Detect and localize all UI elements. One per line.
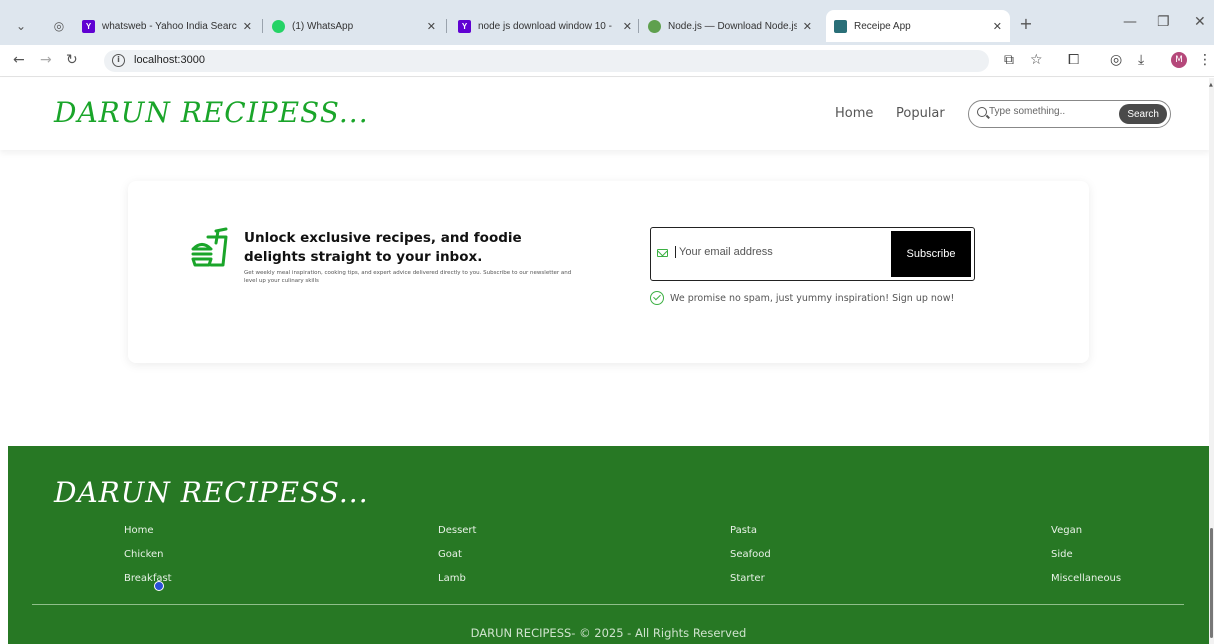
tab-group-icon[interactable]: ◎ bbox=[50, 17, 68, 35]
tab-title: whatsweb - Yahoo India Search bbox=[102, 20, 237, 32]
extensions-icon[interactable]: ⧠ bbox=[1068, 52, 1079, 68]
scrollbar-thumb[interactable] bbox=[1210, 528, 1213, 638]
page-scrollbar[interactable]: ▲ bbox=[1209, 78, 1214, 644]
footer-link-starter[interactable]: Starter bbox=[730, 573, 771, 597]
bookmark-star-icon[interactable]: ☆ bbox=[1030, 52, 1043, 68]
subscribe-button[interactable]: Subscribe bbox=[891, 231, 971, 277]
mouse-cursor-icon bbox=[154, 581, 164, 591]
search-icon bbox=[977, 107, 987, 117]
footer-link-home[interactable]: Home bbox=[124, 525, 172, 549]
search-form: Search bbox=[968, 100, 1171, 128]
footer-logo[interactable]: DARUN RECIPESS... bbox=[54, 476, 369, 509]
mail-icon bbox=[657, 249, 668, 257]
reload-icon[interactable]: ↻ bbox=[66, 52, 78, 68]
menu-kebab-icon[interactable]: ⋮ bbox=[1198, 52, 1212, 68]
newsletter-card: Unlock exclusive recipes, and foodie del… bbox=[128, 181, 1089, 363]
yahoo-icon: Y bbox=[458, 19, 471, 33]
scroll-up-icon[interactable]: ▲ bbox=[1209, 82, 1214, 88]
no-spam-text: We promise no spam, just yummy inspirati… bbox=[670, 292, 955, 304]
sync-icon[interactable]: ◎ bbox=[1110, 52, 1122, 68]
search-input[interactable] bbox=[989, 106, 1109, 117]
footer-link-dessert[interactable]: Dessert bbox=[438, 525, 476, 549]
tab-search-icon[interactable]: ⌄ bbox=[12, 17, 30, 35]
forward-icon[interactable]: → bbox=[40, 52, 52, 68]
site-logo[interactable]: DARUN RECIPESS... bbox=[54, 96, 369, 129]
close-icon[interactable]: ✕ bbox=[243, 20, 252, 33]
food-delivery-icon bbox=[191, 227, 228, 267]
tab-title: node js download window 10 - bbox=[478, 20, 612, 32]
search-button[interactable]: Search bbox=[1119, 104, 1167, 124]
footer-column-1: Home Chicken Breakfast bbox=[124, 525, 172, 597]
browser-tab-whatsapp[interactable]: (1) WhatsApp ✕ bbox=[264, 10, 444, 42]
footer-link-side[interactable]: Side bbox=[1051, 549, 1121, 573]
close-icon[interactable]: ✕ bbox=[803, 20, 812, 33]
footer-column-4: Vegan Side Miscellaneous bbox=[1051, 525, 1121, 597]
back-icon[interactable]: ← bbox=[13, 52, 25, 68]
footer-link-seafood[interactable]: Seafood bbox=[730, 549, 771, 573]
footer-link-breakfast[interactable]: Breakfast bbox=[124, 573, 172, 597]
address-bar[interactable]: i localhost:3000 bbox=[104, 50, 989, 72]
footer-link-miscellaneous[interactable]: Miscellaneous bbox=[1051, 573, 1121, 597]
close-icon[interactable]: ✕ bbox=[623, 20, 632, 33]
close-icon[interactable]: ✕ bbox=[427, 20, 436, 33]
nav-popular-link[interactable]: Popular bbox=[896, 106, 945, 121]
close-icon[interactable]: ✕ bbox=[993, 20, 1002, 33]
tab-title: Node.js — Download Node.js® bbox=[668, 20, 797, 32]
footer-link-lamb[interactable]: Lamb bbox=[438, 573, 476, 597]
footer-column-2: Dessert Goat Lamb bbox=[438, 525, 476, 597]
info-icon[interactable]: i bbox=[112, 54, 125, 67]
footer-link-vegan[interactable]: Vegan bbox=[1051, 525, 1121, 549]
window-close-icon[interactable]: ✕ bbox=[1194, 14, 1206, 30]
nodejs-icon bbox=[648, 19, 661, 33]
newsletter-description: Get weekly meal inspiration, cooking tip… bbox=[244, 270, 572, 284]
tab-title: Receipe App bbox=[854, 20, 911, 32]
email-input[interactable] bbox=[675, 246, 885, 258]
footer-column-3: Pasta Seafood Starter bbox=[730, 525, 771, 597]
browser-tab-yahoo-search[interactable]: Y whatsweb - Yahoo India Search ✕ bbox=[74, 10, 260, 42]
subscribe-form: Subscribe bbox=[650, 227, 975, 281]
restore-icon[interactable]: ❐ bbox=[1157, 14, 1170, 30]
footer-divider bbox=[32, 604, 1184, 605]
yahoo-icon: Y bbox=[82, 19, 95, 33]
site-header: DARUN RECIPESS... Home Popular Search bbox=[0, 78, 1210, 150]
footer-link-pasta[interactable]: Pasta bbox=[730, 525, 771, 549]
tab-title: (1) WhatsApp bbox=[292, 20, 354, 32]
newsletter-headline: Unlock exclusive recipes, and foodie del… bbox=[244, 230, 522, 265]
new-tab-icon[interactable]: + bbox=[1017, 15, 1035, 33]
download-icon[interactable]: ⤓ bbox=[1138, 52, 1144, 68]
minimize-icon[interactable]: — bbox=[1123, 14, 1137, 30]
no-spam-note: We promise no spam, just yummy inspirati… bbox=[650, 291, 954, 305]
browser-tab-nodejs[interactable]: Node.js — Download Node.js® ✕ bbox=[640, 10, 820, 42]
profile-avatar[interactable]: M bbox=[1171, 52, 1187, 68]
browser-toolbar: ← → ↻ i localhost:3000 ⧉ ☆ ⧠ ◎ ⤓ M ⋮ bbox=[0, 45, 1214, 77]
check-circle-icon bbox=[650, 291, 664, 305]
copyright-text: DARUN RECIPESS- © 2025 - All Rights Rese… bbox=[470, 626, 747, 640]
footer-link-goat[interactable]: Goat bbox=[438, 549, 476, 573]
cast-icon[interactable]: ⧉ bbox=[1004, 52, 1014, 68]
browser-tab-recipe-app[interactable]: Receipe App ✕ bbox=[826, 10, 1010, 42]
footer-link-chicken[interactable]: Chicken bbox=[124, 549, 172, 573]
browser-tab-node-search[interactable]: Y node js download window 10 - ✕ bbox=[450, 10, 640, 42]
url-text: localhost:3000 bbox=[134, 54, 205, 66]
app-icon bbox=[834, 19, 847, 33]
nav-home-link[interactable]: Home bbox=[835, 106, 873, 121]
browser-tab-strip: ⌄ ◎ Y whatsweb - Yahoo India Search ✕ (1… bbox=[0, 0, 1214, 45]
site-footer: DARUN RECIPESS... Home Chicken Breakfast… bbox=[8, 446, 1209, 644]
whatsapp-icon bbox=[272, 19, 285, 33]
